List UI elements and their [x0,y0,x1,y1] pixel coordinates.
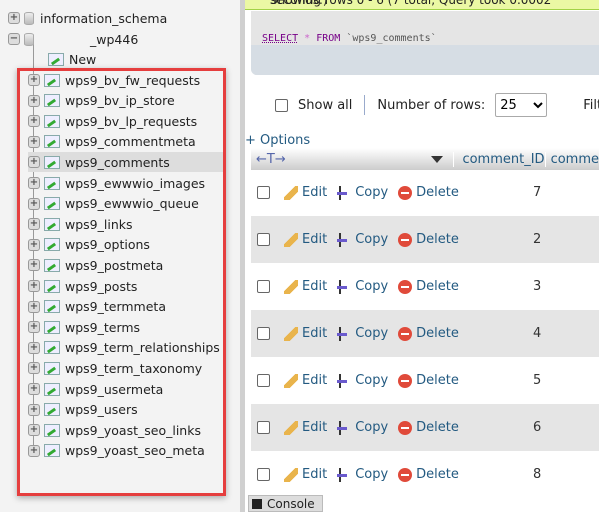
copy-icon [337,467,352,482]
console-tab[interactable]: Console [248,495,323,512]
delete-icon [398,232,413,247]
edit-button[interactable]: Edit [284,373,327,388]
sort-dropdown-icon[interactable] [431,155,444,163]
comment-id-cell: 6 [533,420,542,435]
collapse-icon[interactable]: − [8,33,20,45]
sql-query: SELECT * FROM `wps9_comments` [262,33,437,44]
delete-button[interactable]: Delete [398,420,459,435]
show-all-checkbox[interactable] [275,98,288,112]
table-controls: Show all Number of rows: 25 Filter [275,93,599,117]
db-name: information_schema [40,10,168,26]
pencil-icon [284,326,298,341]
main-panel: Showing rows 0 - 6 (7 total, Query took … [245,0,599,512]
table-header: ←T→ comment_ID comme [251,148,599,170]
edit-button[interactable]: Edit [284,279,327,294]
table-row: Edit Copy Delete 3 [251,263,599,310]
row-checkbox[interactable] [257,468,270,481]
db-wp446[interactable]: − _wp446 [8,29,138,49]
comment-id-cell: 4 [533,326,542,341]
options-link[interactable]: + Options [245,133,310,148]
copy-button[interactable]: Copy [337,279,388,294]
pencil-icon [284,467,298,482]
db-information-schema[interactable]: + information_schema [8,8,167,28]
sql-table: `wps9_comments` [346,33,437,44]
database-icon [24,11,34,25]
copy-button[interactable]: Copy [337,373,388,388]
delete-button[interactable]: Delete [398,185,459,200]
copy-button[interactable]: Copy [337,420,388,435]
table-row: Edit Copy Delete 8 [251,451,599,498]
row-checkbox[interactable] [257,186,270,199]
comment-id-cell: 3 [533,279,542,294]
table-row: Edit Copy Delete 5 [251,357,599,404]
table-row: Edit Copy Delete 6 [251,404,599,451]
delete-button[interactable]: Delete [398,279,459,294]
copy-button[interactable]: Copy [337,467,388,482]
delete-button[interactable]: Delete [398,232,459,247]
table-row: Edit Copy Delete 4 [251,310,599,357]
copy-icon [337,185,352,200]
pencil-icon [284,373,298,388]
edit-button[interactable]: Edit [284,232,327,247]
table-row: Edit Copy Delete 7 [251,169,599,216]
copy-icon [337,279,352,294]
show-all-label: Show all [298,97,353,113]
row-checkbox[interactable] [257,374,270,387]
edit-button[interactable]: Edit [284,420,327,435]
num-rows-select[interactable]: 25 [495,93,548,117]
delete-button[interactable]: Delete [398,373,459,388]
divider [364,95,366,115]
comment-id-cell: 8 [533,467,542,482]
column-resize-arrows-icon[interactable]: ←T→ [251,152,431,167]
pencil-icon [284,279,298,294]
comment-id-cell: 5 [533,373,542,388]
delete-icon [398,326,413,341]
pencil-icon [284,420,298,435]
new-label: New [69,51,97,67]
copy-button[interactable]: Copy [337,185,388,200]
sql-toolbar [251,45,599,75]
copy-icon [337,373,352,388]
delete-icon [398,185,413,200]
edit-button[interactable]: Edit [284,326,327,341]
column-comment-id[interactable]: comment_ID [453,151,545,167]
edit-button[interactable]: Edit [284,467,327,482]
row-checkbox[interactable] [257,327,270,340]
expand-icon[interactable]: + [8,12,20,24]
copy-button[interactable]: Copy [337,232,388,247]
delete-icon [398,420,413,435]
comment-id-cell: 2 [533,232,542,247]
num-rows-label: Number of rows: [377,97,486,113]
highlight-box [17,68,226,496]
table-row: Edit Copy Delete 2 [251,216,599,263]
copy-icon [337,326,352,341]
filter-label: Filter [583,97,599,113]
delete-icon [398,279,413,294]
row-checkbox[interactable] [257,280,270,293]
success-message: Showing rows 0 - 6 (7 total, Query took … [245,0,599,10]
delete-button[interactable]: Delete [398,467,459,482]
database-icon [24,32,34,46]
delete-button[interactable]: Delete [398,326,459,341]
copy-icon [337,420,352,435]
delete-icon [398,373,413,388]
pencil-icon [284,185,298,200]
copy-icon [337,232,352,247]
copy-button[interactable]: Copy [337,326,388,341]
sql-keyword: FROM [316,33,341,44]
pencil-icon [284,232,298,247]
row-checkbox[interactable] [257,233,270,246]
delete-icon [398,467,413,482]
row-checkbox[interactable] [257,421,270,434]
comment-id-cell: 7 [533,185,542,200]
new-table-icon [48,52,64,66]
column-comment[interactable]: comme [544,151,599,167]
db-name: _wp446 [90,31,139,47]
edit-button[interactable]: Edit [284,185,327,200]
new-table-link[interactable]: New [44,49,96,69]
sql-keyword[interactable]: SELECT [262,33,298,44]
sql-star: * [304,33,311,44]
navigation-panel: + information_schema − _wp446 New + wps9_… [0,0,240,512]
